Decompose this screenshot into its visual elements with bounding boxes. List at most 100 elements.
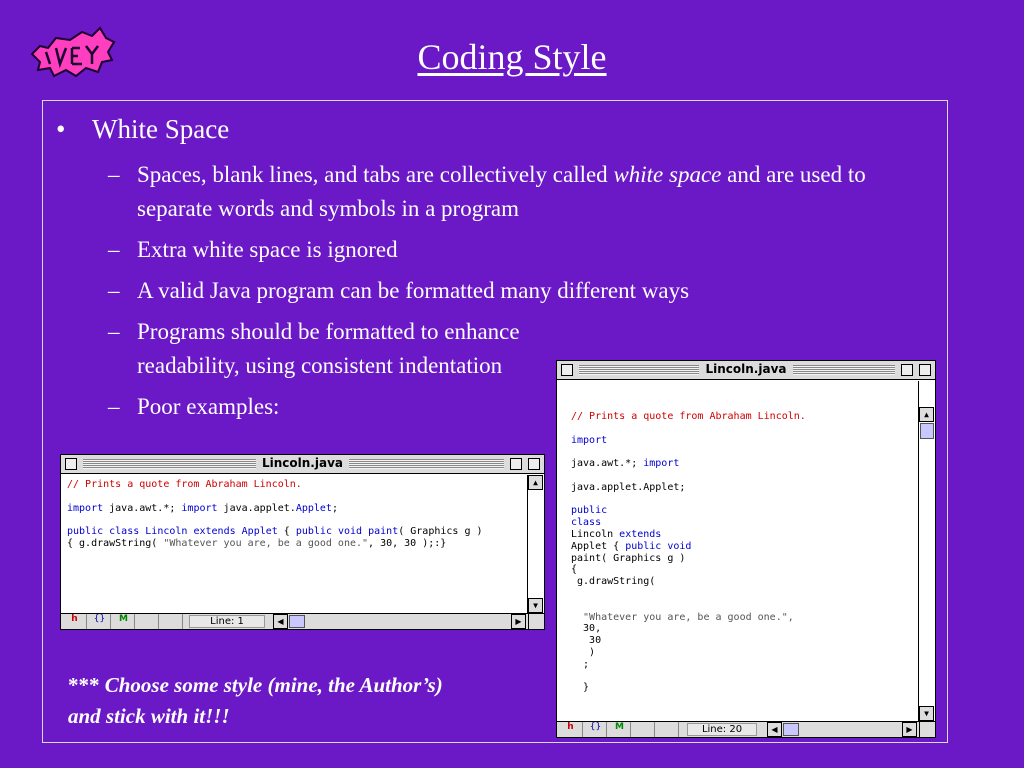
code-token: java.awt.*; <box>103 502 182 514</box>
note-prefix: *** <box>68 673 105 697</box>
code-token: class <box>571 517 602 529</box>
sub-item-text: A valid Java program can be formatted ma… <box>137 278 690 303</box>
code-token: Applet <box>241 526 278 538</box>
code-token: ) <box>571 646 596 658</box>
bullet-white-space: • White Space <box>56 114 229 145</box>
code-token: Applet { <box>571 540 626 552</box>
code-line: paint( Graphics g ) <box>571 553 806 565</box>
status-bar: h {} M Line: 1 ◀ ▶ <box>61 613 544 629</box>
dash-glyph: – <box>108 394 120 419</box>
code-line: 30 <box>571 635 806 647</box>
collapse-box-icon[interactable] <box>919 364 931 376</box>
code-line: public <box>571 505 806 517</box>
collapse-box-icon[interactable] <box>528 458 540 470</box>
resize-grip-icon[interactable] <box>528 613 544 629</box>
marker-menu-icon[interactable]: M <box>609 722 631 737</box>
document-icon[interactable] <box>137 614 159 629</box>
scroll-right-icon[interactable]: ▶ <box>511 614 526 629</box>
scroll-left-icon[interactable]: ◀ <box>767 722 782 737</box>
code-line: 30, <box>571 623 806 635</box>
vertical-scrollbar[interactable]: ▲ ▼ <box>918 381 935 721</box>
code-token: import <box>643 458 680 470</box>
slide-title: Coding Style <box>417 37 607 77</box>
code-window-large: Lincoln.java // Prints a quote from Abra… <box>556 360 936 738</box>
code-line: ) <box>571 647 806 659</box>
code-line: import java.awt.*; import java.applet.Ap… <box>67 503 483 515</box>
code-token: public <box>571 505 608 517</box>
code-line: class <box>571 517 806 529</box>
sub-item-text: Spaces, blank lines, and tabs are collec… <box>137 162 866 221</box>
code-token: extends <box>619 528 662 540</box>
code-token: public class <box>67 526 140 538</box>
code-line: java.awt.*; import <box>571 458 806 470</box>
scroll-down-icon[interactable]: ▼ <box>528 598 543 613</box>
dash-glyph: – <box>108 319 120 344</box>
code-line: public class Lincoln extends Applet { pu… <box>67 526 483 538</box>
vertical-scroll-thumb[interactable] <box>920 423 934 439</box>
lock-icon[interactable] <box>657 722 679 737</box>
code-editor-large[interactable]: // Prints a quote from Abraham Lincoln. … <box>571 411 806 694</box>
code-line: ; <box>571 659 806 671</box>
horizontal-scroll-thumb[interactable] <box>289 615 305 628</box>
brace-menu-icon[interactable]: {} <box>89 614 111 629</box>
code-line: { g.drawString( "Whatever you are, be a … <box>67 538 483 550</box>
resize-grip-icon[interactable] <box>919 721 935 737</box>
code-line: java.applet.Applet; <box>571 482 806 494</box>
code-token: { g.drawString( <box>67 537 164 549</box>
dash-glyph: – <box>108 162 120 187</box>
code-token: 30 <box>571 635 602 647</box>
code-token: ; <box>571 658 590 670</box>
window-title: Lincoln.java <box>699 362 793 376</box>
code-line: } <box>571 682 806 694</box>
code-token: { <box>277 526 296 538</box>
lock-icon[interactable] <box>161 614 183 629</box>
scroll-down-icon[interactable]: ▼ <box>919 706 934 721</box>
marker-menu-icon[interactable]: M <box>113 614 135 629</box>
code-token: public void <box>625 540 692 552</box>
window-title-bar[interactable]: Lincoln.java <box>61 455 544 474</box>
window-title-bar[interactable]: Lincoln.java <box>557 361 935 380</box>
code-token: "Whatever you are, be a good one.", <box>571 611 794 623</box>
code-token: import <box>571 434 608 446</box>
code-editor-small[interactable]: // Prints a quote from Abraham Lincoln. … <box>67 479 483 550</box>
code-token: public void <box>295 526 363 538</box>
code-token: ( Graphics g ) <box>398 526 483 538</box>
function-menu-icon[interactable]: h <box>63 614 87 629</box>
code-token: ; <box>331 502 338 514</box>
bullet-glyph: • <box>56 114 66 144</box>
zoom-box-icon[interactable] <box>510 458 522 470</box>
scroll-up-icon[interactable]: ▲ <box>528 475 543 490</box>
sub-item-text: Programs should be formatted to enhance … <box>137 319 520 378</box>
code-line: Lincoln extends <box>571 529 806 541</box>
code-token: paint( Graphics g ) <box>571 552 686 564</box>
code-token: java.applet.Applet; <box>571 481 686 493</box>
vertical-scrollbar[interactable]: ▲ ▼ <box>527 475 544 613</box>
brace-menu-icon[interactable]: {} <box>585 722 607 737</box>
code-token: extends <box>193 526 236 538</box>
code-token: paint <box>368 526 399 538</box>
scroll-up-icon[interactable]: ▲ <box>919 407 934 422</box>
code-token: } <box>571 682 590 694</box>
code-token: "Whatever you are, be a good one." <box>163 537 369 549</box>
style-note: *** Choose some style (mine, the Author’… <box>68 670 448 732</box>
scroll-right-icon[interactable]: ▶ <box>902 722 917 737</box>
bullet-text: White Space <box>92 114 230 144</box>
code-token: g.drawString( <box>571 576 656 588</box>
function-menu-icon[interactable]: h <box>559 722 583 737</box>
code-line: // Prints a quote from Abraham Lincoln. <box>67 479 483 491</box>
horizontal-scroll-thumb[interactable] <box>783 723 799 736</box>
zoom-box-icon[interactable] <box>901 364 913 376</box>
document-icon[interactable] <box>633 722 655 737</box>
code-token: Lincoln <box>571 528 620 540</box>
window-title: Lincoln.java <box>255 456 349 470</box>
line-indicator: Line: 20 <box>687 723 757 736</box>
scroll-left-icon[interactable]: ◀ <box>273 614 288 629</box>
sub-item-text: Extra white space is ignored <box>137 237 398 262</box>
